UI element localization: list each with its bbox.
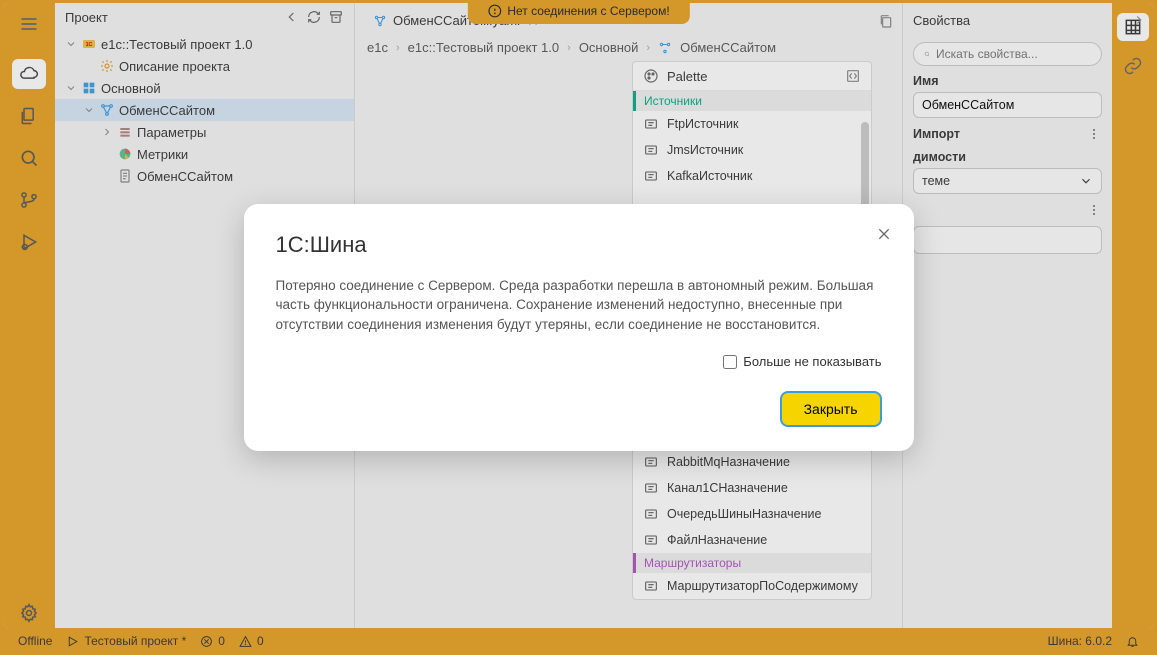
- dont-show-again-checkbox[interactable]: [723, 355, 737, 369]
- connection-lost-dialog: 1С:Шина Потеряно соединение с Сервером. …: [244, 204, 914, 452]
- modal-checkbox-row: Больше не показывать: [276, 354, 882, 369]
- modal-backdrop: 1С:Шина Потеряно соединение с Сервером. …: [0, 0, 1157, 655]
- modal-title: 1С:Шина: [276, 232, 882, 258]
- close-icon[interactable]: [876, 226, 892, 242]
- checkbox-label: Больше не показывать: [743, 354, 881, 369]
- close-button[interactable]: Закрыть: [780, 391, 882, 427]
- modal-body: Потеряно соединение с Сервером. Среда ра…: [276, 276, 882, 335]
